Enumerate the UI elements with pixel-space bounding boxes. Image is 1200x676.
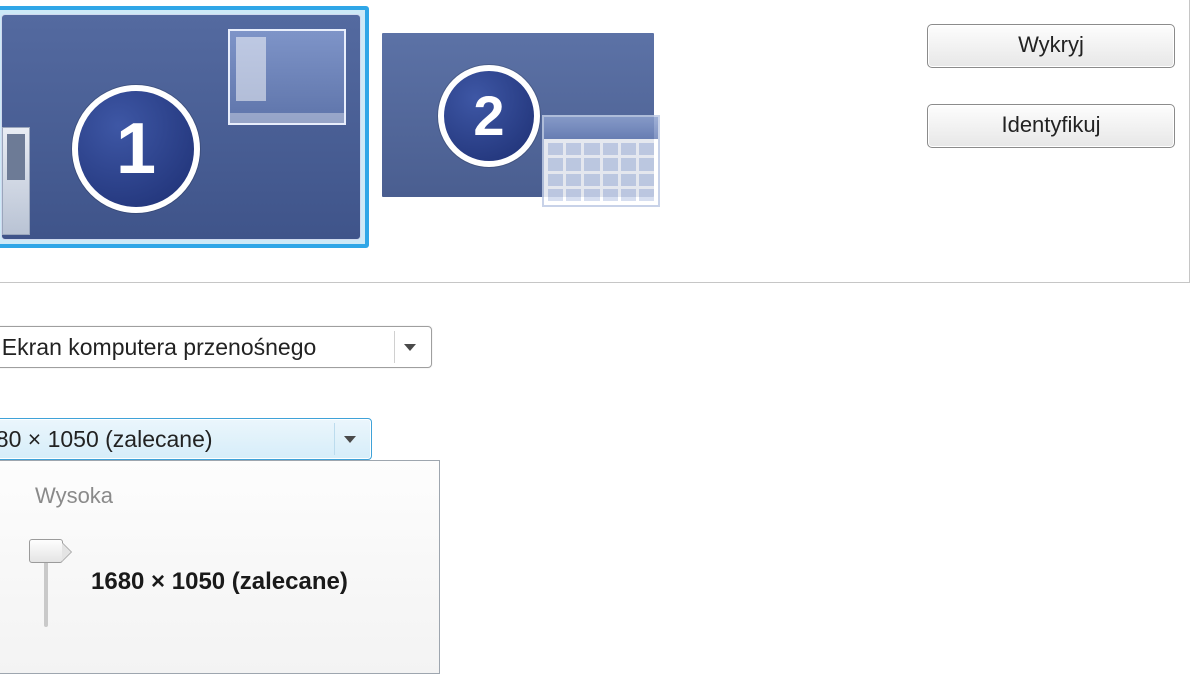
chevron-down-icon — [394, 331, 425, 363]
monitor-arrangement-panel[interactable]: 1 2 Wykryj Identyfikuj — [0, 0, 1190, 283]
monitor-1[interactable]: 1 — [1, 14, 361, 240]
resolution-section-label: Wysoka — [35, 483, 419, 509]
resolution-current-label: 1680 × 1050 (zalecane) — [91, 568, 348, 596]
resolution-slider[interactable] — [29, 537, 63, 627]
display-select[interactable]: . Ekran komputera przenośnego — [0, 326, 432, 368]
calendar-preview-icon — [542, 115, 660, 207]
desktop-preview-icon — [228, 29, 346, 125]
resolution-select[interactable]: 680 × 1050 (zalecane) — [0, 418, 372, 460]
resolution-slider-popup: Wysoka 1680 × 1050 (zalecane) — [0, 460, 440, 674]
gadget-sliver-icon — [2, 127, 30, 235]
resolution-select-value: 680 × 1050 (zalecane) — [0, 426, 213, 453]
detect-button[interactable]: Wykryj — [927, 24, 1175, 68]
slider-thumb[interactable] — [29, 539, 63, 563]
chevron-down-icon — [334, 423, 365, 455]
display-settings-fragment: 1 2 Wykryj Identyfikuj . Ekran komputera… — [0, 0, 1200, 676]
side-buttons: Wykryj Identyfikuj — [927, 24, 1175, 148]
display-select-value: . Ekran komputera przenośnego — [0, 334, 316, 361]
monitor-number-badge: 2 — [438, 65, 540, 167]
monitor-2[interactable]: 2 — [379, 30, 657, 200]
identify-button[interactable]: Identyfikuj — [927, 104, 1175, 148]
monitor-number-badge: 1 — [72, 85, 200, 213]
